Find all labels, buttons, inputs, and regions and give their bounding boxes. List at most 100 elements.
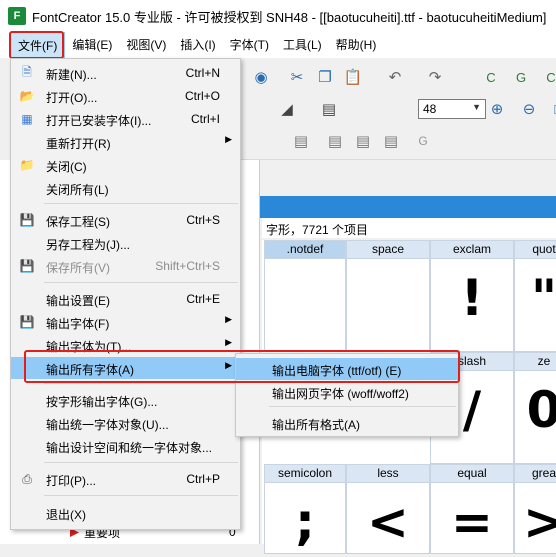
font-size-value: 48 (423, 102, 437, 116)
open-installed-icon: ▦ (21, 112, 33, 126)
menu-tools[interactable]: 工具(L) (276, 32, 329, 58)
annotation-box-file-menu (9, 31, 64, 59)
glyph-preview: = (451, 493, 493, 551)
menu-separator (269, 406, 456, 407)
glyph-g-icon[interactable]: G (510, 66, 532, 88)
menu-separator (44, 462, 238, 463)
glyph-cell[interactable]: ze 0 (514, 352, 556, 464)
glyph-count-header: 字形，7721 个项目 (262, 218, 556, 238)
glyph-name: .notdef (265, 241, 345, 259)
glyph-cell[interactable]: semicolon ; (264, 464, 346, 554)
glyph-cell[interactable]: exclam ! (430, 240, 514, 352)
glyph-cell[interactable]: quot " (514, 240, 556, 352)
menu-item-new[interactable]: 🗎 新建(N)... Ctrl+N (11, 62, 240, 84)
align-center-icon[interactable]: ▤ (324, 130, 346, 152)
menu-edit[interactable]: 编辑(E) (65, 32, 119, 58)
undo-icon[interactable]: ↶ (384, 66, 406, 88)
menu-item-save-all[interactable]: 💾 保存所有(V) Shift+Ctrl+S (11, 255, 240, 277)
glyph-preview: " (530, 269, 556, 327)
glyph-extra-icon[interactable]: C (540, 66, 556, 88)
fill-style-icon[interactable]: ◢ (276, 98, 298, 120)
glyph-name: semicolon (265, 465, 345, 483)
glyph-cell[interactable]: equal = (430, 464, 514, 554)
menu-item-export-web-font[interactable]: 输出网页字体 (woff/woff2) (236, 381, 458, 403)
annotation-box-export-all (24, 350, 460, 383)
align-left-icon[interactable]: ▤ (290, 130, 312, 152)
menu-font[interactable]: 字体(T) (223, 32, 276, 58)
close-folder-icon: 📁 (19, 158, 35, 172)
open-folder-icon: 📂 (19, 89, 35, 103)
menu-item-close-all[interactable]: 关闭所有(L) (11, 177, 240, 199)
glyph-cell[interactable]: space (346, 240, 430, 352)
contour-icon[interactable]: ▤ (318, 98, 340, 120)
menu-separator (44, 495, 238, 496)
menu-item-open-installed[interactable]: ▦ 打开已安装字体(I)... Ctrl+I (11, 108, 240, 130)
copy-icon[interactable]: ❐ (314, 66, 336, 88)
glyph-box-icon[interactable]: □ (548, 98, 556, 120)
glyph-name: less (347, 465, 429, 483)
glyph-name: ze (515, 353, 556, 371)
app-logo-icon: F (8, 7, 26, 25)
export-font-icon: 💾 (19, 315, 35, 329)
document-tab-strip (240, 196, 556, 218)
menu-insert[interactable]: 插入(I) (173, 32, 222, 58)
submenu-arrow-icon: ▶ (225, 337, 232, 347)
zoom-out-icon[interactable]: ⊖ (518, 98, 540, 120)
glyph-cell[interactable]: less < (346, 464, 430, 554)
file-menu: 🗎 新建(N)... Ctrl+N 📂 打开(O)... Ctrl+O ▦ 打开… (10, 58, 241, 530)
menu-separator (44, 203, 238, 204)
paste-icon[interactable]: 📋 (342, 66, 364, 88)
zoom-in-icon[interactable]: ⊕ (486, 98, 508, 120)
menu-item-export-all-formats[interactable]: 输出所有格式(A) (236, 412, 458, 434)
glyph-c-icon[interactable]: C (480, 66, 502, 88)
menu-item-export-designspace[interactable]: 输出设计空间和统一字体对象... (11, 435, 240, 457)
glyph-cell[interactable]: grea > (514, 464, 556, 554)
menu-bar: 文件(F) 编辑(E) 视图(V) 插入(I) 字体(T) 工具(L) 帮助(H… (0, 32, 556, 58)
glyph-name: quot (515, 241, 556, 259)
glyph-preview (265, 263, 345, 351)
glyph-cell[interactable]: .notdef (264, 240, 346, 352)
cut-icon[interactable]: ✂ (286, 66, 308, 88)
menu-item-open[interactable]: 📂 打开(O)... Ctrl+O (11, 85, 240, 107)
window-title: FontCreator 15.0 专业版 - 许可被授权到 SNH48 - [[… (32, 9, 547, 25)
glyph-preview: 0 (526, 381, 556, 439)
glyph-g2-icon[interactable]: G (412, 130, 434, 152)
distribute-icon[interactable]: ▤ (380, 130, 402, 152)
menu-item-export-settings[interactable]: 输出设置(E) Ctrl+E (11, 288, 240, 310)
glyph-preview (347, 263, 429, 351)
glyph-preview: > (523, 493, 556, 551)
submenu-arrow-icon: ▶ (225, 314, 232, 324)
menu-item-save-project-as[interactable]: 另存工程为(J)... (11, 232, 240, 254)
menu-item-export-ufo[interactable]: 输出统一字体对象(U)... (11, 412, 240, 434)
menu-item-save-project[interactable]: 💾 保存工程(S) Ctrl+S (11, 209, 240, 231)
menu-item-export-by-glyph[interactable]: 按字形输出字体(G)... (11, 389, 240, 411)
menu-item-close[interactable]: 📁 关闭(C) (11, 154, 240, 176)
toolbar: ◉ ✂ ❐ 📋 ↶ ↷ C G C ◢ ▤ ⊕ ⊖ □ ▤ ▤ ▤ ▤ G (240, 58, 556, 160)
font-size-select[interactable]: 48 ▼ (418, 99, 486, 119)
save-icon: 💾 (19, 213, 35, 227)
menu-separator (44, 282, 238, 283)
glyph-preview: ! (460, 269, 484, 327)
glyph-name: exclam (431, 241, 513, 259)
menu-item-export-font[interactable]: 💾 输出字体(F) ▶ (11, 311, 240, 333)
glyph-name: equal (431, 465, 513, 483)
chevron-down-icon: ▼ (472, 102, 481, 112)
glyph-name: grea (515, 465, 556, 483)
redo-icon[interactable]: ↷ (424, 66, 446, 88)
menu-item-reopen[interactable]: 重新打开(R) ▶ (11, 131, 240, 153)
save-all-icon: 💾 (19, 259, 35, 273)
menu-separator (44, 383, 238, 384)
menu-item-print[interactable]: ⎙ 打印(P)... Ctrl+P (11, 468, 240, 490)
binoculars-icon[interactable]: ◉ (250, 66, 272, 88)
menu-help[interactable]: 帮助(H) (329, 32, 384, 58)
title-bar: F FontCreator 15.0 专业版 - 许可被授权到 SNH48 - … (0, 0, 556, 32)
glyph-name: space (347, 241, 429, 259)
align-right-icon[interactable]: ▤ (352, 130, 374, 152)
glyph-preview: ; (295, 493, 315, 551)
submenu-arrow-icon: ▶ (225, 134, 232, 144)
printer-icon: ⎙ (22, 471, 32, 486)
new-file-icon: 🗎 (22, 64, 32, 79)
menu-view[interactable]: 视图(V) (119, 32, 173, 58)
glyph-preview: < (367, 493, 409, 551)
menu-item-exit[interactable]: 退出(X) (11, 502, 240, 524)
